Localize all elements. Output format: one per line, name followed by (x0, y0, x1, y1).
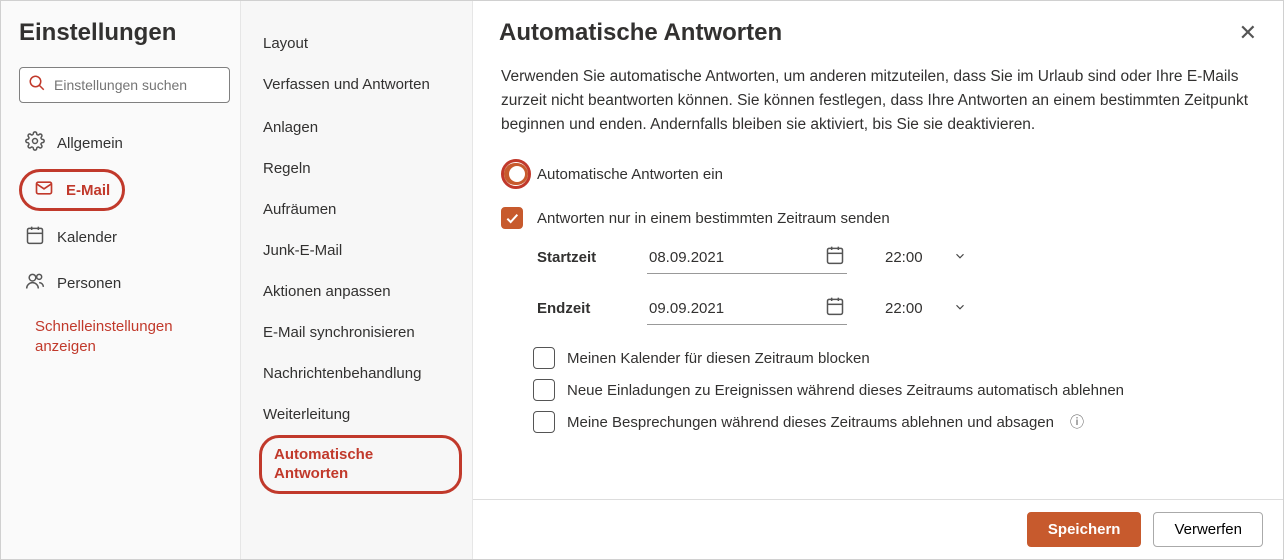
search-icon (28, 74, 46, 96)
start-date-field[interactable]: 08.09.2021 (647, 241, 847, 274)
annotation-ring (501, 159, 531, 189)
category-email[interactable]: E-Mail (19, 169, 125, 211)
close-button[interactable]: ✕ (1239, 20, 1257, 46)
category-general-label: Allgemein (57, 135, 123, 152)
mail-icon (34, 178, 54, 202)
end-label: Endzeit (537, 300, 627, 317)
cancel-meetings-label: Meine Besprechungen während dieses Zeitr… (567, 414, 1054, 431)
timerange-checkbox[interactable] (501, 207, 523, 229)
start-label: Startzeit (537, 249, 627, 266)
settings-content: Automatische Antworten ✕ Verwenden Sie a… (473, 1, 1283, 559)
people-icon (25, 271, 45, 295)
block-calendar-label: Meinen Kalender für diesen Zeitraum bloc… (567, 350, 870, 367)
intro-text: Verwenden Sie automatische Antworten, um… (501, 65, 1255, 137)
end-time-dropdown[interactable]: 22:00 (885, 300, 967, 318)
autoreply-toggle-label: Automatische Antworten ein (537, 166, 723, 183)
settings-search[interactable] (19, 67, 230, 103)
chevron-down-icon (953, 300, 967, 318)
settings-title: Einstellungen (19, 19, 230, 47)
category-calendar-label: Kalender (57, 229, 117, 246)
subnav-compose-reply[interactable]: Verfassen und Antworten (259, 64, 462, 107)
chevron-down-icon (953, 249, 967, 267)
content-footer: Speichern Verwerfen (473, 499, 1283, 559)
settings-search-input[interactable] (54, 77, 235, 93)
decline-new-option: Neue Einladungen zu Ereignissen während … (533, 379, 1255, 401)
calendar-icon (25, 225, 45, 249)
info-icon[interactable]: ⓘ (1070, 412, 1084, 432)
timerange-option: Antworten nur in einem bestimmten Zeitra… (501, 207, 1255, 229)
quick-settings-link[interactable]: Schnelleinstellungen anzeigen (19, 309, 230, 364)
subnav-sweep[interactable]: Aufräumen (259, 189, 462, 230)
subnav-attachments[interactable]: Anlagen (259, 107, 462, 148)
end-row: Endzeit 09.09.2021 22:00 (537, 292, 1255, 325)
subnav-message-handling[interactable]: Nachrichtenbehandlung (259, 353, 462, 394)
start-time-value: 22:00 (885, 249, 923, 266)
block-calendar-checkbox[interactable] (533, 347, 555, 369)
cancel-meetings-option: Meine Besprechungen während dieses Zeitr… (533, 411, 1255, 433)
end-time-value: 22:00 (885, 300, 923, 317)
end-date-value: 09.09.2021 (649, 300, 724, 317)
gear-icon (25, 131, 45, 155)
decline-new-label: Neue Einladungen zu Ereignissen während … (567, 382, 1124, 399)
start-date-value: 08.09.2021 (649, 249, 724, 266)
start-time-dropdown[interactable]: 22:00 (885, 249, 967, 267)
category-email-label: E-Mail (66, 182, 110, 199)
content-header: Automatische Antworten ✕ (473, 1, 1283, 53)
timerange-label: Antworten nur in einem bestimmten Zeitra… (537, 210, 890, 227)
start-row: Startzeit 08.09.2021 22:00 (537, 241, 1255, 274)
subnav-automatic-replies[interactable]: Automatische Antworten (259, 435, 462, 495)
close-icon: ✕ (1239, 20, 1257, 45)
settings-sidebar-secondary: Layout Verfassen und Antworten Anlagen R… (241, 1, 473, 559)
block-calendar-option: Meinen Kalender für diesen Zeitraum bloc… (533, 347, 1255, 369)
calendar-picker-icon[interactable] (825, 296, 845, 320)
end-date-field[interactable]: 09.09.2021 (647, 292, 847, 325)
content-title: Automatische Antworten (499, 19, 782, 47)
content-body: Verwenden Sie automatische Antworten, um… (473, 53, 1283, 559)
subnav-rules[interactable]: Regeln (259, 148, 462, 189)
settings-panel: Einstellungen Allgemein E-Mail (1, 1, 1283, 559)
subnav-customize-actions[interactable]: Aktionen anpassen (259, 271, 462, 312)
category-calendar[interactable]: Kalender (19, 217, 230, 257)
subnav-layout[interactable]: Layout (259, 23, 462, 64)
autoreply-toggle[interactable] (504, 163, 528, 185)
autoreply-toggle-row: Automatische Antworten ein (501, 159, 1255, 189)
subnav-junk[interactable]: Junk-E-Mail (259, 230, 462, 271)
category-people-label: Personen (57, 275, 121, 292)
category-people[interactable]: Personen (19, 263, 230, 303)
save-button[interactable]: Speichern (1027, 512, 1142, 547)
settings-sidebar-primary: Einstellungen Allgemein E-Mail (1, 1, 241, 559)
category-general[interactable]: Allgemein (19, 123, 230, 163)
time-range-block: Startzeit 08.09.2021 22:00 (537, 241, 1255, 325)
calendar-picker-icon[interactable] (825, 245, 845, 269)
cancel-meetings-checkbox[interactable] (533, 411, 555, 433)
subnav-sync-email[interactable]: E-Mail synchronisieren (259, 312, 462, 353)
discard-button[interactable]: Verwerfen (1153, 512, 1263, 547)
subnav-forwarding[interactable]: Weiterleitung (259, 394, 462, 435)
decline-new-checkbox[interactable] (533, 379, 555, 401)
